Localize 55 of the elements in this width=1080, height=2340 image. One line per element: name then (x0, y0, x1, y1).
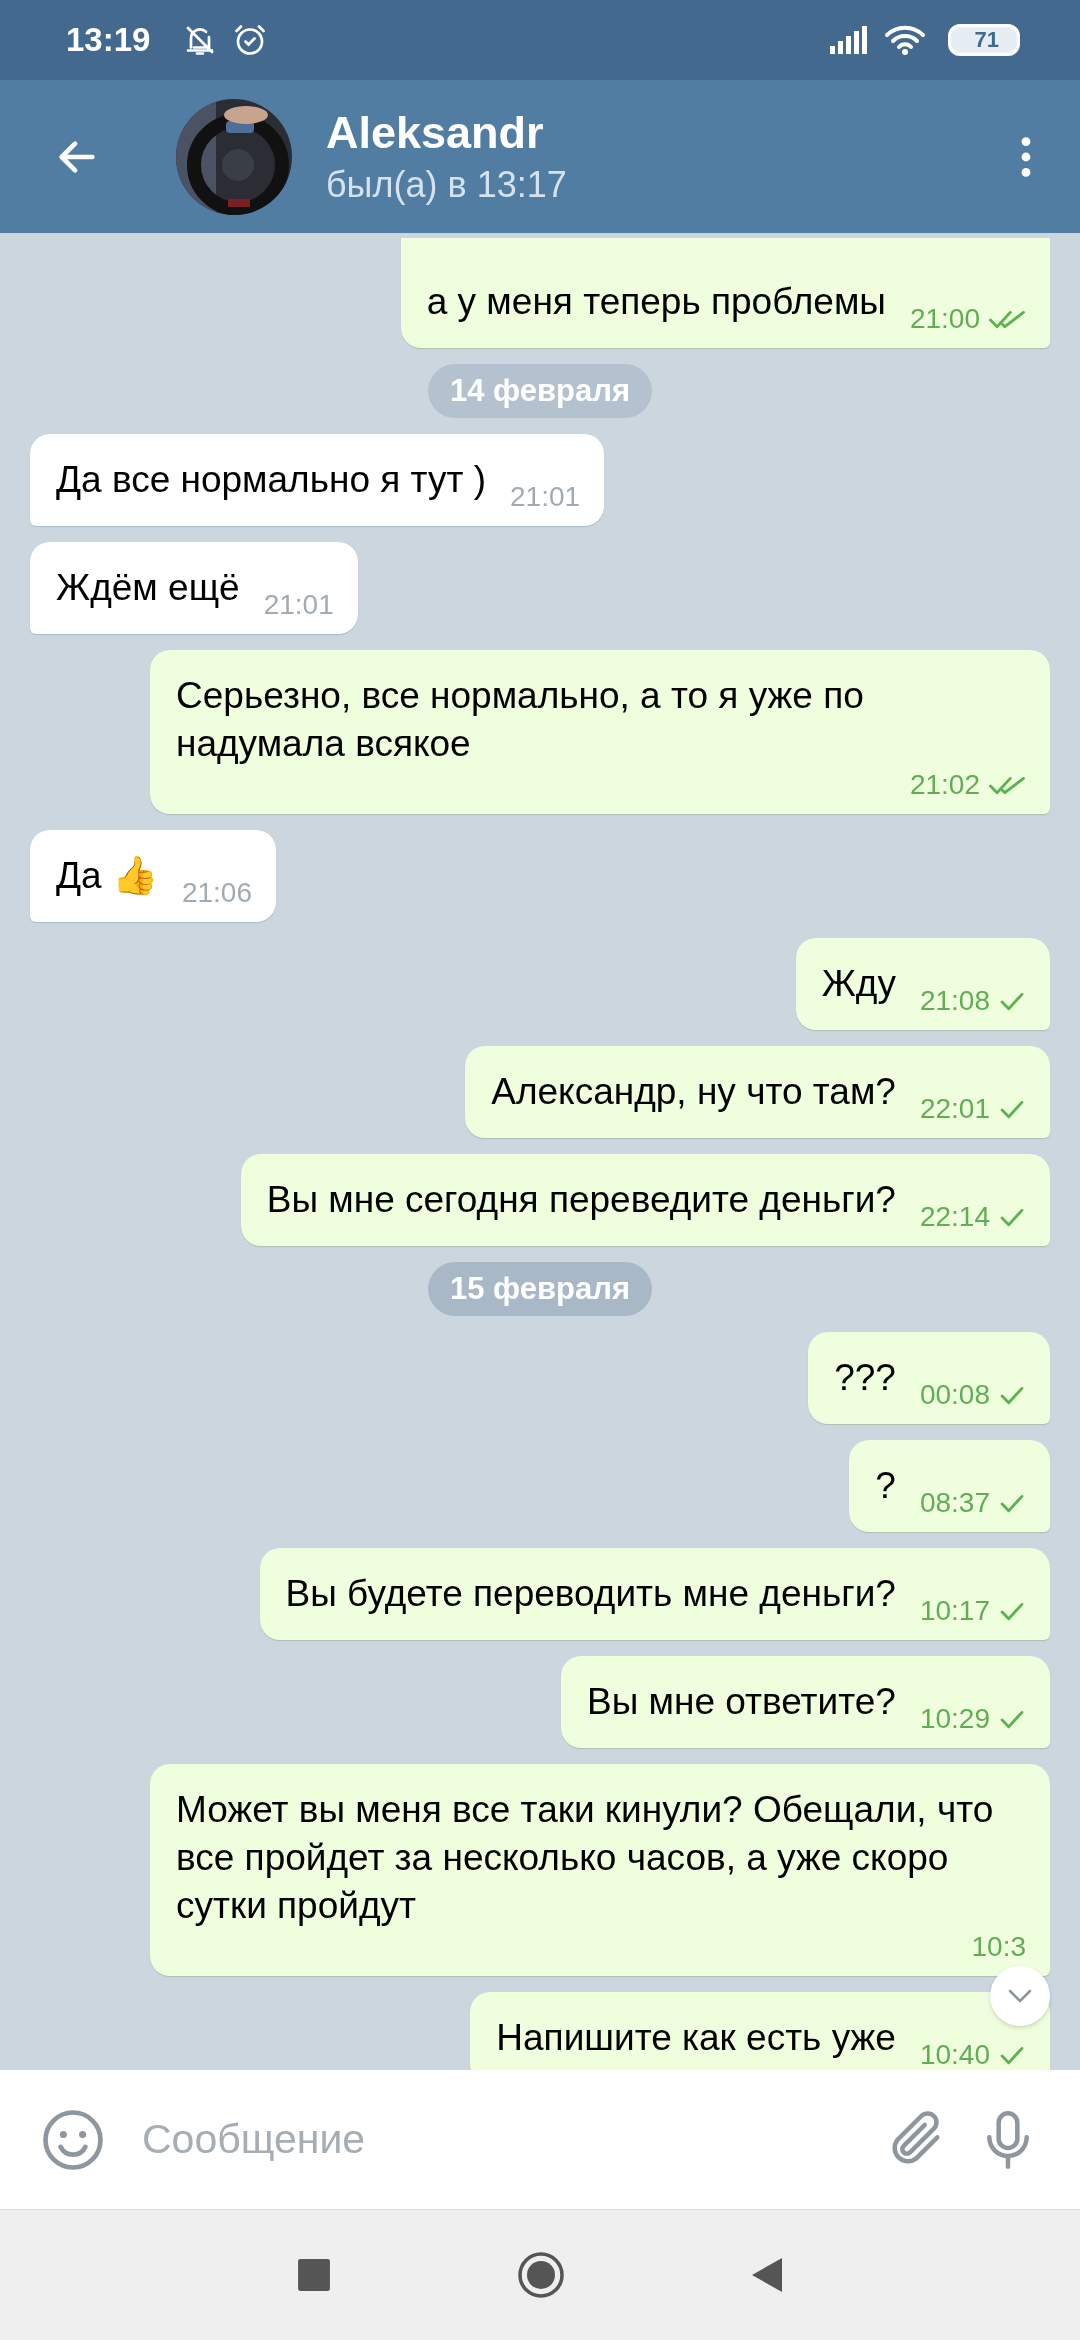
message-time: 10:29 (919, 1702, 990, 1736)
message-text: ??? (834, 1356, 896, 1400)
message-time: 21:06 (181, 876, 252, 910)
message-bubble[interactable]: Вы будете переводить мне деньги? 10:17 (259, 1548, 1050, 1640)
message-time: 21:08 (919, 984, 990, 1018)
message-text: а у меня теперь проблемы (426, 280, 886, 324)
message-text: Вы мне ответите? (587, 1680, 896, 1724)
message-text: Жду (821, 962, 896, 1006)
message-text: Вы мне сегодня переведите деньги? (266, 1178, 896, 1222)
message-bubble[interactable]: Александр, ну что там? 22:01 (465, 1046, 1050, 1138)
message-time: 08:37 (919, 1486, 990, 1520)
message-time: 10:40 (919, 2038, 990, 2070)
battery-indicator: 71 (947, 24, 1020, 56)
message-bubble[interactable]: а у меня теперь проблемы 21:00 (400, 238, 1050, 348)
back-triangle-icon[interactable] (751, 2257, 783, 2293)
clock-time: 13:19 (66, 21, 151, 59)
message-bubble[interactable]: ? 08:37 (849, 1440, 1050, 1532)
message-bubble[interactable]: Да 👍 21:06 (30, 830, 276, 922)
message-text: Да все нормально я тут ) (56, 458, 486, 502)
message-bubble[interactable]: Может вы меня все таки кинули? Обещали, что все пройдет за несколько часов, а уже скоро сутки пройдут 10:3 (150, 1764, 1050, 1976)
home-circle-icon[interactable] (517, 2251, 565, 2299)
message-time: 00:08 (919, 1378, 990, 1412)
message-text: ? (875, 1464, 896, 1508)
message-bubble[interactable]: Да все нормально я тут ) 21:01 (30, 434, 605, 526)
message-text: Напишите как есть уже (496, 2016, 896, 2060)
recents-square-icon[interactable] (297, 2258, 331, 2292)
message-text: Вы будете переводить мне деньги? (285, 1572, 896, 1616)
more-options-icon[interactable] (1020, 134, 1032, 179)
message-time: 10:3 (971, 1930, 1026, 1964)
last-seen-status: был(а) в 13:17 (326, 162, 568, 207)
message-time: 21:00 (909, 302, 980, 336)
wifi-icon (883, 25, 926, 55)
message-text: Может вы меня все таки кинули? Обещали, что все пройдет за несколько часов, а уже скоро сутки пройдут (176, 1788, 995, 1928)
message-bubble[interactable]: Вы мне ответите? 10:29 (561, 1656, 1050, 1748)
message-time: 22:01 (919, 1092, 990, 1126)
message-text: Да 👍 (56, 854, 158, 898)
message-text: Ждём ещё (56, 566, 240, 610)
date-label: 15 февраля (427, 1262, 653, 1316)
message-text: Серьезно, все нормально, а то я уже по надумала всякое (176, 674, 865, 766)
message-input[interactable]: Сообщение (134, 2116, 856, 2163)
message-time: 21:02 (909, 768, 980, 802)
message-bubble[interactable]: Жду 21:08 (795, 938, 1050, 1030)
message-bubble[interactable]: Серьезно, все нормально, а то я уже по надумала всякое 21:02 (150, 650, 1050, 814)
signal-icon (829, 26, 870, 54)
message-time: 22:14 (919, 1200, 990, 1234)
message-bubble[interactable]: Напишите как есть уже 10:40 (470, 1992, 1050, 2070)
message-text: Александр, ну что там? (491, 1070, 896, 1114)
message-bubble[interactable]: ??? 00:08 (808, 1332, 1050, 1424)
message-time: 21:01 (510, 480, 581, 514)
message-time: 10:17 (919, 1594, 990, 1628)
message-time: 21:01 (263, 588, 334, 622)
contact-name: Aleksandr (326, 105, 545, 160)
message-bubble[interactable]: Вы мне сегодня переведите деньги? 22:14 (240, 1154, 1050, 1246)
date-label: 14 февраля (427, 364, 653, 418)
message-bubble[interactable]: Ждём ещё 21:01 (30, 542, 358, 634)
